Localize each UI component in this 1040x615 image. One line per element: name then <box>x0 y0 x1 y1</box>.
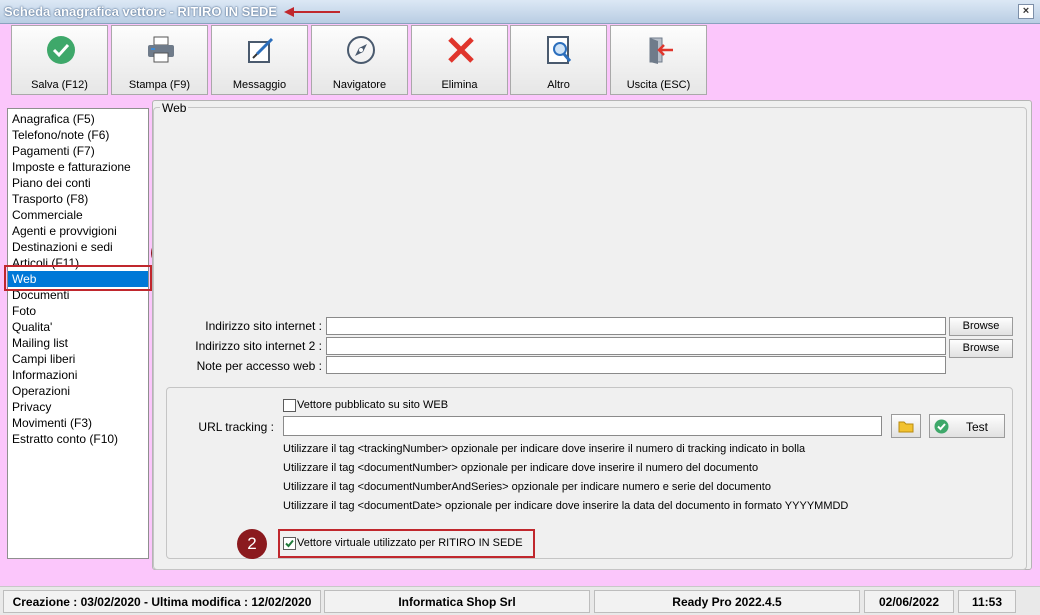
delete-button[interactable]: Elimina <box>411 25 508 95</box>
annotation-highlight-web <box>4 265 152 291</box>
status-time: 11:53 <box>958 590 1016 613</box>
test-label: Test <box>966 420 989 434</box>
nav-item-foto[interactable]: Foto <box>8 303 148 319</box>
nav-item-campi-liberi[interactable]: Campi liberi <box>8 351 148 367</box>
compass-icon <box>347 36 375 64</box>
published-checkbox[interactable] <box>283 399 296 412</box>
annotation-badge-2: 2 <box>237 529 267 559</box>
annotation-arrow-icon <box>284 7 340 17</box>
nav-item-privacy[interactable]: Privacy <box>8 399 148 415</box>
compose-message-icon <box>248 37 274 63</box>
other-label: Altro <box>547 79 570 91</box>
folder-icon <box>898 421 914 433</box>
help-note-document-number: Utilizzare il tag <documentNumber> opzio… <box>283 462 759 474</box>
web-notes-label: Note per accesso web : <box>196 359 322 373</box>
nav-item-informazioni[interactable]: Informazioni <box>8 367 148 383</box>
close-button[interactable]: × <box>1018 4 1034 19</box>
nav-item-operazioni[interactable]: Operazioni <box>8 383 148 399</box>
nav-item-agenti[interactable]: Agenti e provvigioni <box>8 223 148 239</box>
nav-item-destinazioni[interactable]: Destinazioni e sedi <box>8 239 148 255</box>
message-button[interactable]: Messaggio <box>211 25 308 95</box>
status-dates: Creazione : 03/02/2020 - Ultima modifica… <box>3 590 321 613</box>
magnifier-document-icon <box>547 36 572 64</box>
other-button[interactable]: Altro <box>510 25 607 95</box>
url-tracking-input[interactable] <box>283 416 882 436</box>
browse-button-1[interactable]: Browse <box>949 317 1013 336</box>
nav-item-imposte[interactable]: Imposte e fatturazione <box>8 159 148 175</box>
nav-item-trasporto[interactable]: Trasporto (F8) <box>8 191 148 207</box>
nav-item-pagamenti[interactable]: Pagamenti (F7) <box>8 143 148 159</box>
save-label: Salva (F12) <box>31 79 88 91</box>
title-bar: Scheda anagrafica vettore - RITIRO IN SE… <box>0 0 1040 24</box>
exit-label: Uscita (ESC) <box>626 79 691 91</box>
print-button[interactable]: Stampa (F9) <box>111 25 208 95</box>
folder-button[interactable] <box>891 414 921 438</box>
print-label: Stampa (F9) <box>128 79 191 91</box>
test-button[interactable]: Test <box>929 414 1005 438</box>
window-title: Scheda anagrafica vettore - RITIRO IN SE… <box>4 4 278 19</box>
status-date: 02/06/2022 <box>864 590 954 613</box>
browse-button-2[interactable]: Browse <box>949 339 1013 358</box>
site-url-input[interactable] <box>326 317 946 335</box>
status-version: Ready Pro 2022.4.5 <box>594 590 860 613</box>
exit-button[interactable]: Uscita (ESC) <box>610 25 707 95</box>
navigator-button[interactable]: Navigatore <box>311 25 408 95</box>
toolbar: Salva (F12) Stampa (F9) Messaggio Naviga… <box>0 25 1040 96</box>
status-company: Informatica Shop Srl <box>324 590 590 613</box>
printer-icon <box>148 36 174 63</box>
site-url-2-input[interactable] <box>326 337 946 355</box>
nav-item-anagrafica[interactable]: Anagrafica (F5) <box>8 111 148 127</box>
check-circle-icon <box>934 419 949 434</box>
published-label: Vettore pubblicato su sito WEB <box>297 399 449 411</box>
url-tracking-label: URL tracking : <box>198 420 274 434</box>
save-button[interactable]: Salva (F12) <box>11 25 108 95</box>
check-circle-icon <box>47 36 75 64</box>
help-note-document-date: Utilizzare il tag <documentDate> opziona… <box>283 500 849 512</box>
annotation-highlight-virtual <box>278 529 535 558</box>
nav-item-commerciale[interactable]: Commerciale <box>8 207 148 223</box>
nav-item-piano-conti[interactable]: Piano dei conti <box>8 175 148 191</box>
navigator-label: Navigatore <box>332 79 387 91</box>
web-notes-input[interactable] <box>326 356 946 374</box>
site-url-label: Indirizzo sito internet : <box>205 319 322 333</box>
web-group-title: Web <box>160 101 189 115</box>
nav-item-qualita[interactable]: Qualita' <box>8 319 148 335</box>
red-x-icon <box>448 37 474 63</box>
site-url-2-label: Indirizzo sito internet 2 : <box>195 339 322 353</box>
exit-door-icon <box>649 37 673 64</box>
help-note-number-and-series: Utilizzare il tag <documentNumberAndSeri… <box>283 481 771 493</box>
nav-item-mailing-list[interactable]: Mailing list <box>8 335 148 351</box>
nav-item-estratto-conto[interactable]: Estratto conto (F10) <box>8 431 148 447</box>
message-label: Messaggio <box>232 79 287 91</box>
help-note-tracking-number: Utilizzare il tag <trackingNumber> opzio… <box>283 443 806 455</box>
delete-label: Elimina <box>441 79 478 91</box>
section-nav-list: Anagrafica (F5) Telefono/note (F6) Pagam… <box>7 108 149 559</box>
nav-item-movimenti[interactable]: Movimenti (F3) <box>8 415 148 431</box>
status-bar: Creazione : 03/02/2020 - Ultima modifica… <box>0 586 1040 615</box>
nav-item-telefono-note[interactable]: Telefono/note (F6) <box>8 127 148 143</box>
